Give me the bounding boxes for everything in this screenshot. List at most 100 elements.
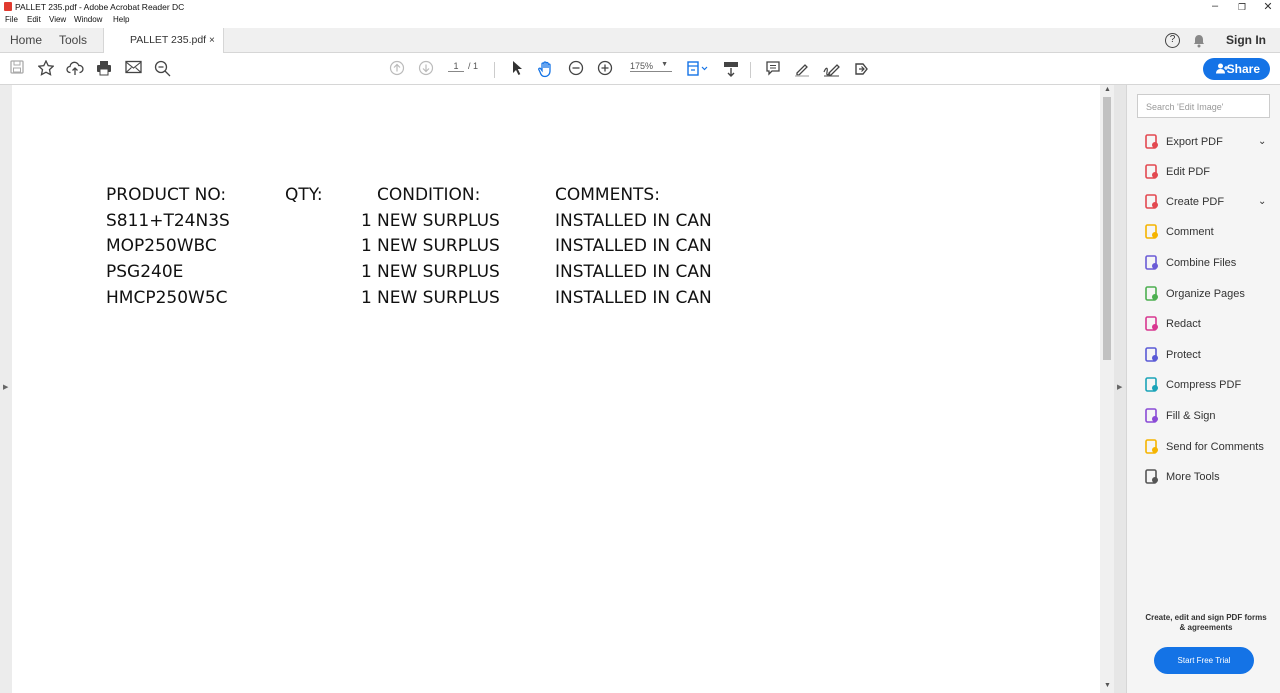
tab-close-icon[interactable]: × [209,28,215,53]
tool-item-label: Combine Files [1166,257,1237,269]
comment-icon [1144,224,1160,240]
previous-page-icon[interactable] [386,58,408,80]
toolbar-divider [750,62,751,78]
highlight-pen-icon[interactable] [791,58,813,80]
header-qty: QTY: [285,185,323,205]
expand-left-panel-icon[interactable]: ▶ [3,383,8,391]
tab-bar: Home Tools PALLET 235.pdf × ? Sign In [0,28,1280,53]
toolbar-divider [494,62,495,78]
tool-item-label: Protect [1166,349,1201,361]
save-icon[interactable] [6,58,28,80]
more-tools-icon [1144,469,1160,485]
header-product-no: PRODUCT NO: [106,185,227,205]
menu-file[interactable]: File [5,15,18,24]
protect-icon [1144,347,1160,363]
combine-files-icon [1144,255,1160,271]
zoom-level-value: 175% [630,61,654,71]
tools-search-input[interactable]: Search 'Edit Image' [1137,94,1270,118]
page-number-input[interactable]: 1 [448,61,464,72]
menu-help[interactable]: Help [113,15,129,24]
row-comment: INSTALLED IN CAN [555,262,712,282]
maximize-button[interactable]: ❐ [1232,2,1252,13]
sign-in-link[interactable]: Sign In [1226,28,1266,53]
next-page-icon[interactable] [415,58,437,80]
pdf-page: PRODUCT NO: QTY: CONDITION: COMMENTS: S8… [12,85,1100,693]
row-product: HMCP250W5C [106,288,228,308]
hand-tool-icon[interactable] [535,58,557,80]
row-qty: 1 [361,262,372,282]
acrobat-pdf-icon [4,2,12,11]
menu-view[interactable]: View [49,15,66,24]
tool-item-label: Comment [1166,226,1214,238]
row-product: MOP250WBC [106,236,217,256]
right-panel-gutter[interactable]: ▶ [1114,85,1126,693]
menu-window[interactable]: Window [74,15,102,24]
header-condition: CONDITION: [377,185,481,205]
fill-sign-icon [1144,408,1160,424]
tool-item-label: More Tools [1166,471,1220,483]
tab-document[interactable]: PALLET 235.pdf × [103,28,224,53]
row-condition: NEW SURPLUS [377,288,500,308]
print-icon[interactable] [93,58,115,80]
share-button-label: Share [1226,62,1260,76]
sign-icon[interactable] [821,58,843,80]
tool-item-label: Create PDF [1166,196,1225,208]
toolbar: 1 / 1 175% ▼ [0,54,1280,85]
organize-pages-icon [1144,286,1160,302]
search-zoom-icon[interactable] [151,58,173,80]
title-bar: PALLET 235.pdf - Adobe Acrobat Reader DC… [0,0,1280,16]
share-button[interactable]: Share [1203,58,1270,80]
select-cursor-icon[interactable] [506,58,528,80]
scrollbar-thumb[interactable] [1103,97,1111,360]
close-window-button[interactable]: ✕ [1258,0,1278,13]
create-pdf-icon [1144,194,1160,210]
page-total: / 1 [468,61,479,71]
row-comment: INSTALLED IN CAN [555,211,712,231]
row-condition: NEW SURPLUS [377,236,500,256]
tool-item-label: Redact [1166,318,1201,330]
zoom-level-select[interactable]: 175% ▼ [630,61,672,72]
scroll-mode-icon[interactable] [720,58,742,80]
tab-tools[interactable]: Tools [59,28,87,53]
row-product: PSG240E [106,262,184,282]
help-icon[interactable]: ? [1165,33,1180,48]
edit-pdf-icon [1144,164,1160,180]
left-panel-gutter[interactable]: ▶ [0,85,12,693]
zoom-out-icon[interactable] [565,58,587,80]
promo-text: Create, edit and sign PDF forms & agreem… [1145,613,1267,632]
minimize-button[interactable]: – [1205,0,1225,12]
scroll-down-icon[interactable]: ▼ [1104,682,1111,689]
tool-item-label: Export PDF [1166,136,1223,148]
tab-document-label: PALLET 235.pdf [130,34,207,46]
row-product: S811+T24N3S [106,211,230,231]
menu-edit[interactable]: Edit [27,15,41,24]
compress-pdf-icon [1144,377,1160,393]
window-title: PALLET 235.pdf - Adobe Acrobat Reader DC [15,2,185,12]
scroll-up-icon[interactable]: ▲ [1104,86,1111,93]
start-free-trial-button[interactable]: Start Free Trial [1154,647,1254,674]
more-tools-share-icon[interactable] [851,58,873,80]
comment-icon[interactable] [762,58,784,80]
upload-cloud-icon[interactable] [64,58,86,80]
tool-item-label: Compress PDF [1166,379,1242,391]
row-qty: 1 [361,211,372,231]
notification-bell-icon[interactable] [1193,34,1205,53]
row-qty: 1 [361,236,372,256]
tool-item-label: Send for Comments [1166,441,1264,453]
page-fit-icon[interactable] [684,58,712,80]
email-icon[interactable] [122,58,144,80]
tool-item-label: Organize Pages [1166,288,1245,300]
row-comment: INSTALLED IN CAN [555,288,712,308]
chevron-down-icon[interactable]: ⌄ [1258,134,1266,150]
chevron-down-icon: ▼ [661,61,668,68]
row-condition: NEW SURPLUS [377,211,500,231]
collapse-right-panel-icon[interactable]: ▶ [1117,383,1122,391]
zoom-in-icon[interactable] [594,58,616,80]
tools-panel: Search 'Edit Image' Export PDF ⌄ Edit PDF C… [1126,85,1280,693]
vertical-scrollbar[interactable]: ▲ ▼ [1100,85,1114,693]
bookmark-star-icon[interactable] [35,58,57,80]
tool-item-label: Fill & Sign [1166,410,1216,422]
tab-home[interactable]: Home [10,28,42,53]
chevron-down-icon[interactable]: ⌄ [1258,194,1266,210]
add-user-icon [1216,63,1228,74]
